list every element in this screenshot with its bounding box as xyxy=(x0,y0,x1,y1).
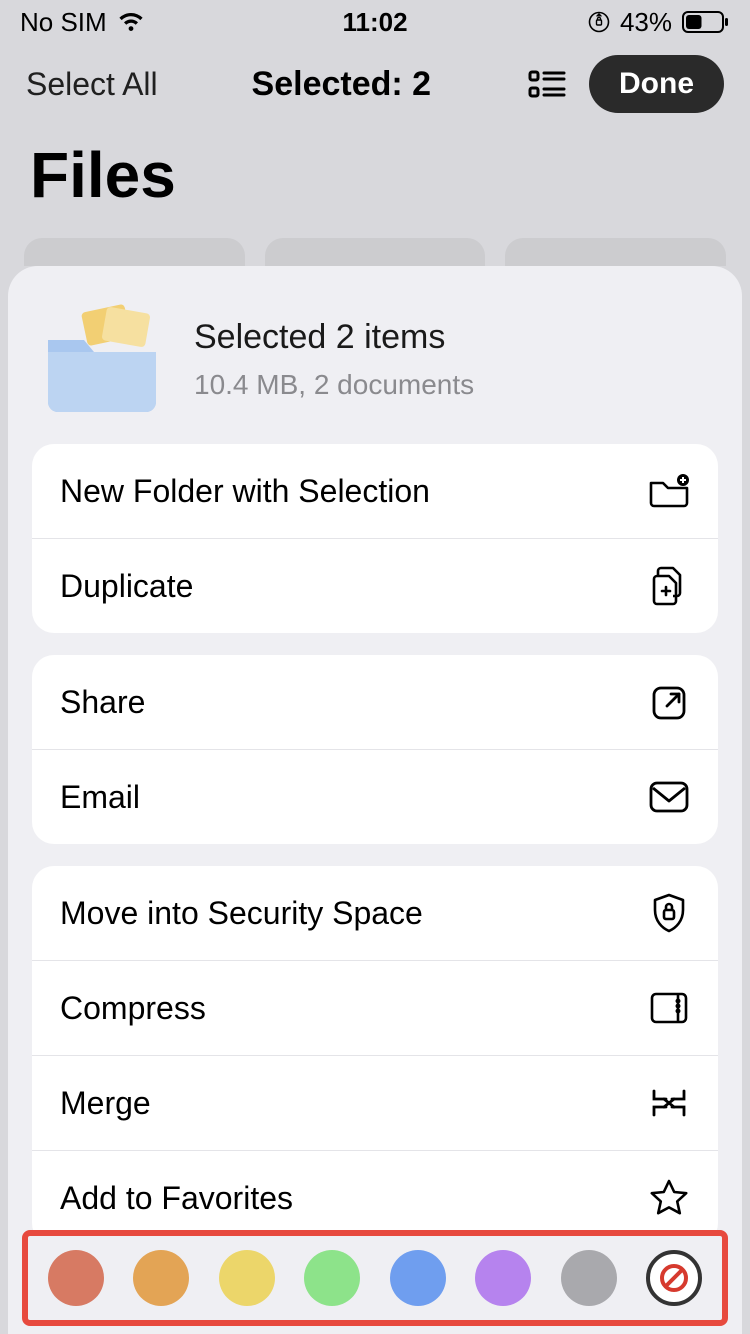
page-title: Files xyxy=(0,124,750,238)
action-group: New Folder with Selection Duplicate xyxy=(32,444,718,633)
nav-title: Selected: 2 xyxy=(178,65,505,104)
new-folder-with-selection-button[interactable]: New Folder with Selection xyxy=(32,444,718,538)
status-time: 11:02 xyxy=(342,7,407,38)
action-label: Add to Favorites xyxy=(60,1180,293,1217)
status-bar: No SIM 11:02 43% xyxy=(0,0,750,44)
tag-color-red[interactable] xyxy=(48,1250,104,1306)
battery-percent: 43% xyxy=(620,7,672,38)
tag-color-yellow[interactable] xyxy=(219,1250,275,1306)
share-button[interactable]: Share xyxy=(32,655,718,749)
email-button[interactable]: Email xyxy=(32,749,718,844)
done-button[interactable]: Done xyxy=(589,55,724,113)
sheet-subtitle: 10.4 MB, 2 documents xyxy=(194,369,474,401)
action-label: New Folder with Selection xyxy=(60,473,430,510)
merge-icon xyxy=(648,1082,690,1124)
bg-tile xyxy=(24,238,245,266)
action-label: Duplicate xyxy=(60,568,193,605)
action-group: Share Email xyxy=(32,655,718,844)
tag-color-orange[interactable] xyxy=(133,1250,189,1306)
orientation-lock-icon xyxy=(588,11,610,33)
bg-tile xyxy=(265,238,486,266)
tag-color-blue[interactable] xyxy=(390,1250,446,1306)
tag-color-gray[interactable] xyxy=(561,1250,617,1306)
archive-icon xyxy=(648,987,690,1029)
share-icon xyxy=(648,681,690,723)
action-sheet: Selected 2 items 10.4 MB, 2 documents Ne… xyxy=(8,266,742,1334)
compress-button[interactable]: Compress xyxy=(32,960,718,1055)
select-all-button[interactable]: Select All xyxy=(26,66,158,103)
tag-color-green[interactable] xyxy=(304,1250,360,1306)
shield-lock-icon xyxy=(648,892,690,934)
tag-color-none[interactable] xyxy=(646,1250,702,1306)
action-label: Email xyxy=(60,779,140,816)
color-tag-bar xyxy=(22,1230,728,1326)
nav-bar: Select All Selected: 2 Done xyxy=(0,44,750,124)
star-icon xyxy=(648,1177,690,1219)
wifi-icon xyxy=(117,11,145,33)
action-label: Compress xyxy=(60,990,206,1027)
action-label: Merge xyxy=(60,1085,151,1122)
move-security-space-button[interactable]: Move into Security Space xyxy=(32,866,718,960)
action-label: Move into Security Space xyxy=(60,895,423,932)
merge-button[interactable]: Merge xyxy=(32,1055,718,1150)
background-tiles xyxy=(0,238,750,266)
action-group: Move into Security Space Compress Merge … xyxy=(32,866,718,1245)
tag-color-purple[interactable] xyxy=(475,1250,531,1306)
duplicate-icon xyxy=(648,565,690,607)
mail-icon xyxy=(648,776,690,818)
carrier-text: No SIM xyxy=(20,7,107,38)
sheet-title: Selected 2 items xyxy=(194,318,474,357)
sheet-header: Selected 2 items 10.4 MB, 2 documents xyxy=(8,290,742,444)
bg-tile xyxy=(505,238,726,266)
view-mode-icon[interactable] xyxy=(525,62,569,106)
no-tag-icon xyxy=(657,1261,691,1295)
folder-add-icon xyxy=(648,470,690,512)
duplicate-button[interactable]: Duplicate xyxy=(32,538,718,633)
action-label: Share xyxy=(60,684,145,721)
folder-documents-icon xyxy=(38,304,166,414)
battery-icon xyxy=(682,10,730,34)
